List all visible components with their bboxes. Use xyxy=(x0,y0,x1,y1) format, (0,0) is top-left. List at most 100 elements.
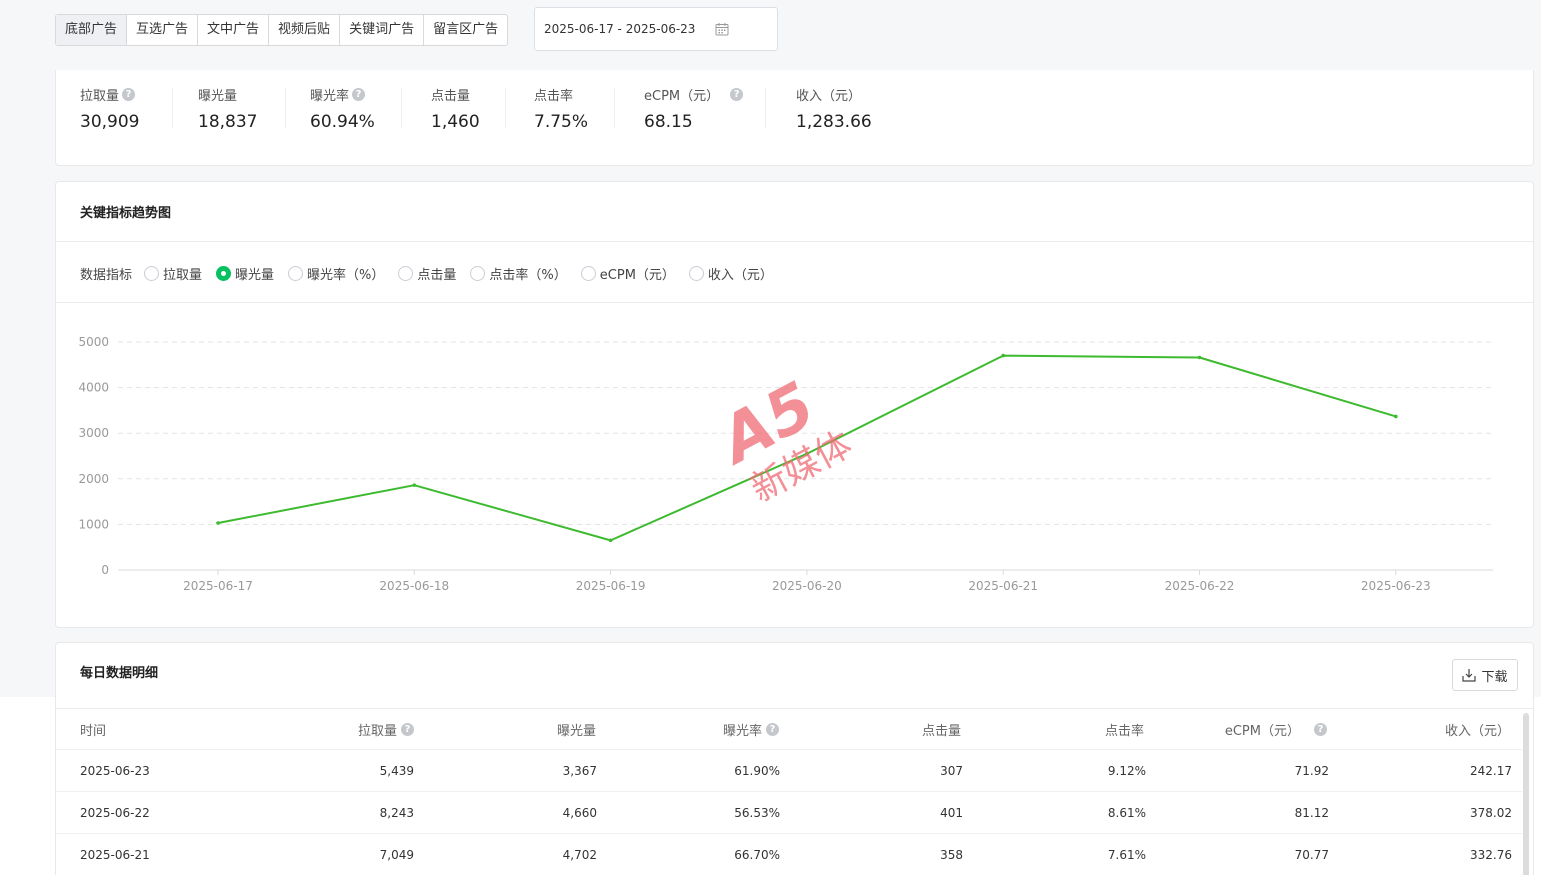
header-exposure: 曝光量 xyxy=(436,709,596,749)
table-scrollbar[interactable] xyxy=(1523,713,1529,875)
metric-exposure: 曝光量 18,837 xyxy=(198,85,257,132)
help-icon[interactable]: ? xyxy=(401,722,414,736)
radio-pull[interactable]: 拉取量 xyxy=(144,264,202,283)
header-label: 曝光量 xyxy=(556,723,596,739)
cell-income: 242.17 xyxy=(1470,763,1512,778)
help-icon[interactable]: ? xyxy=(1314,722,1327,736)
header-ecpm: eCPM（元）? xyxy=(1156,709,1327,749)
metric-label: 点击率 xyxy=(534,89,574,104)
trend-title: 关键指标趋势图 xyxy=(80,206,172,221)
metric-label: 曝光量 xyxy=(198,89,238,104)
tab-keyword-ad[interactable]: 关键词广告 xyxy=(340,15,425,45)
radio-ecpm[interactable]: eCPM（元） xyxy=(580,264,675,283)
cell-ctr: 8.61% xyxy=(1107,805,1146,820)
cell-clicks: 401 xyxy=(940,805,963,820)
radio-circle-icon xyxy=(398,266,414,281)
header-time: 时间 xyxy=(80,709,106,749)
divider xyxy=(172,88,173,128)
cell-ctr: 9.12% xyxy=(1107,763,1146,778)
cell-date: 2025-06-21 xyxy=(80,847,150,862)
download-icon xyxy=(1462,669,1477,682)
x-tick-label: 2025-06-23 xyxy=(1361,579,1431,593)
help-icon[interactable]: ? xyxy=(352,88,366,101)
metric-value: 1,283.66 xyxy=(796,112,872,132)
divider xyxy=(765,88,766,128)
y-tick-label: 2000 xyxy=(78,472,109,486)
x-tick-label: 2025-06-21 xyxy=(968,579,1038,593)
table-row: 2025-06-21 7,049 4,702 66.70% 358 7.61% … xyxy=(56,834,1522,875)
radio-label: 点击量 xyxy=(417,268,457,283)
radio-circle-icon xyxy=(470,266,486,281)
tab-mutual-ad[interactable]: 互选广告 xyxy=(127,15,199,45)
radio-label: 曝光量 xyxy=(235,268,275,283)
radio-circle-icon xyxy=(288,266,304,281)
daily-detail-card: 每日数据明细 下载 时间 拉取量? 曝光量 曝光率? 点击量 点击率 eCPM（… xyxy=(55,642,1534,875)
divider xyxy=(56,241,1533,242)
radio-circle-icon xyxy=(580,266,596,281)
cell-income: 332.76 xyxy=(1470,847,1512,862)
metric-ecpm: eCPM（元）? 68.15 xyxy=(644,85,744,132)
table-row: 2025-06-23 5,439 3,367 61.90% 307 9.12% … xyxy=(56,750,1522,792)
help-icon[interactable]: ? xyxy=(122,88,136,101)
metric-label: 拉取量 xyxy=(80,89,120,104)
cell-exposure-rate: 66.70% xyxy=(734,847,780,862)
download-button[interactable]: 下载 xyxy=(1452,659,1518,691)
tab-video-post-ad[interactable]: 视频后贴 xyxy=(269,15,341,45)
radio-exposure-rate[interactable]: 曝光率（%） xyxy=(288,264,384,283)
y-tick-label: 4000 xyxy=(78,381,109,395)
tab-in-article-ad[interactable]: 文中广告 xyxy=(198,15,270,45)
radio-label: 点击率（%） xyxy=(489,268,567,283)
series-line xyxy=(217,354,1397,542)
tab-comment-ad[interactable]: 留言区广告 xyxy=(424,15,507,45)
data-point xyxy=(1001,353,1005,358)
cell-clicks: 307 xyxy=(940,763,963,778)
trend-card: 关键指标趋势图 数据指标 拉取量 曝光量 曝光率（%） 点击量 点击率（%） e… xyxy=(55,181,1534,628)
calendar-icon xyxy=(715,23,729,36)
y-tick-label: 5000 xyxy=(78,335,109,349)
y-tick-label: 0 xyxy=(101,563,109,577)
trend-line-chart: 0 1000 2000 3000 4000 5000 2025-06-17 2025-06-1… xyxy=(78,335,1493,593)
metric-label: 曝光率 xyxy=(310,89,350,104)
divider xyxy=(505,88,506,128)
cell-income: 378.02 xyxy=(1470,805,1512,820)
table-row: 2025-06-22 8,243 4,660 56.53% 401 8.61% … xyxy=(56,792,1522,834)
divider xyxy=(401,88,402,128)
radio-clicks[interactable]: 点击量 xyxy=(398,264,456,283)
cell-ecpm: 70.77 xyxy=(1294,847,1329,862)
data-point xyxy=(608,538,613,543)
radio-circle-icon xyxy=(144,266,160,281)
x-tick-label: 2025-06-19 xyxy=(576,579,646,593)
radio-label: 拉取量 xyxy=(163,268,203,283)
radio-income[interactable]: 收入（元） xyxy=(688,264,773,283)
help-icon[interactable]: ? xyxy=(766,722,779,736)
x-tick-label: 2025-06-22 xyxy=(1165,579,1235,593)
header-label: 曝光率 xyxy=(722,723,762,739)
metric-ctr: 点击率 7.75% xyxy=(534,85,588,132)
metric-value: 68.15 xyxy=(644,112,693,132)
y-tick-label: 3000 xyxy=(78,426,109,440)
metric-value: 1,460 xyxy=(431,112,480,132)
metric-exposure-rate: 曝光率? 60.94% xyxy=(310,85,375,132)
header-label: eCPM（元） xyxy=(1224,723,1300,739)
header-clicks: 点击量 xyxy=(796,709,961,749)
radio-exposure[interactable]: 曝光量 xyxy=(216,264,274,283)
cell-pull: 8,243 xyxy=(379,805,414,820)
help-icon[interactable]: ? xyxy=(730,88,744,101)
cell-ecpm: 71.92 xyxy=(1294,763,1329,778)
tab-bottom-ad[interactable]: 底部广告 xyxy=(56,15,128,45)
data-point xyxy=(1197,355,1202,360)
header-label: 拉取量 xyxy=(357,723,397,739)
divider xyxy=(614,88,615,128)
metric-value: 30,909 xyxy=(80,112,140,132)
date-range-picker[interactable]: 2025-06-17 - 2025-06-23 xyxy=(534,7,778,51)
cell-date: 2025-06-22 xyxy=(80,805,150,820)
data-point xyxy=(412,483,417,487)
ad-type-tabs: 底部广告 互选广告 文中广告 视频后贴 关键词广告 留言区广告 xyxy=(55,14,509,46)
radio-ctr[interactable]: 点击率（%） xyxy=(470,264,567,283)
metric-selector: 数据指标 拉取量 曝光量 曝光率（%） 点击量 点击率（%） eCPM（元） 收… xyxy=(80,264,787,283)
cell-exposure: 3,367 xyxy=(562,763,597,778)
data-point xyxy=(216,521,220,525)
radio-label: 收入（元） xyxy=(707,268,773,283)
metric-label: 收入（元） xyxy=(796,89,862,104)
radio-checked-icon xyxy=(216,266,232,281)
